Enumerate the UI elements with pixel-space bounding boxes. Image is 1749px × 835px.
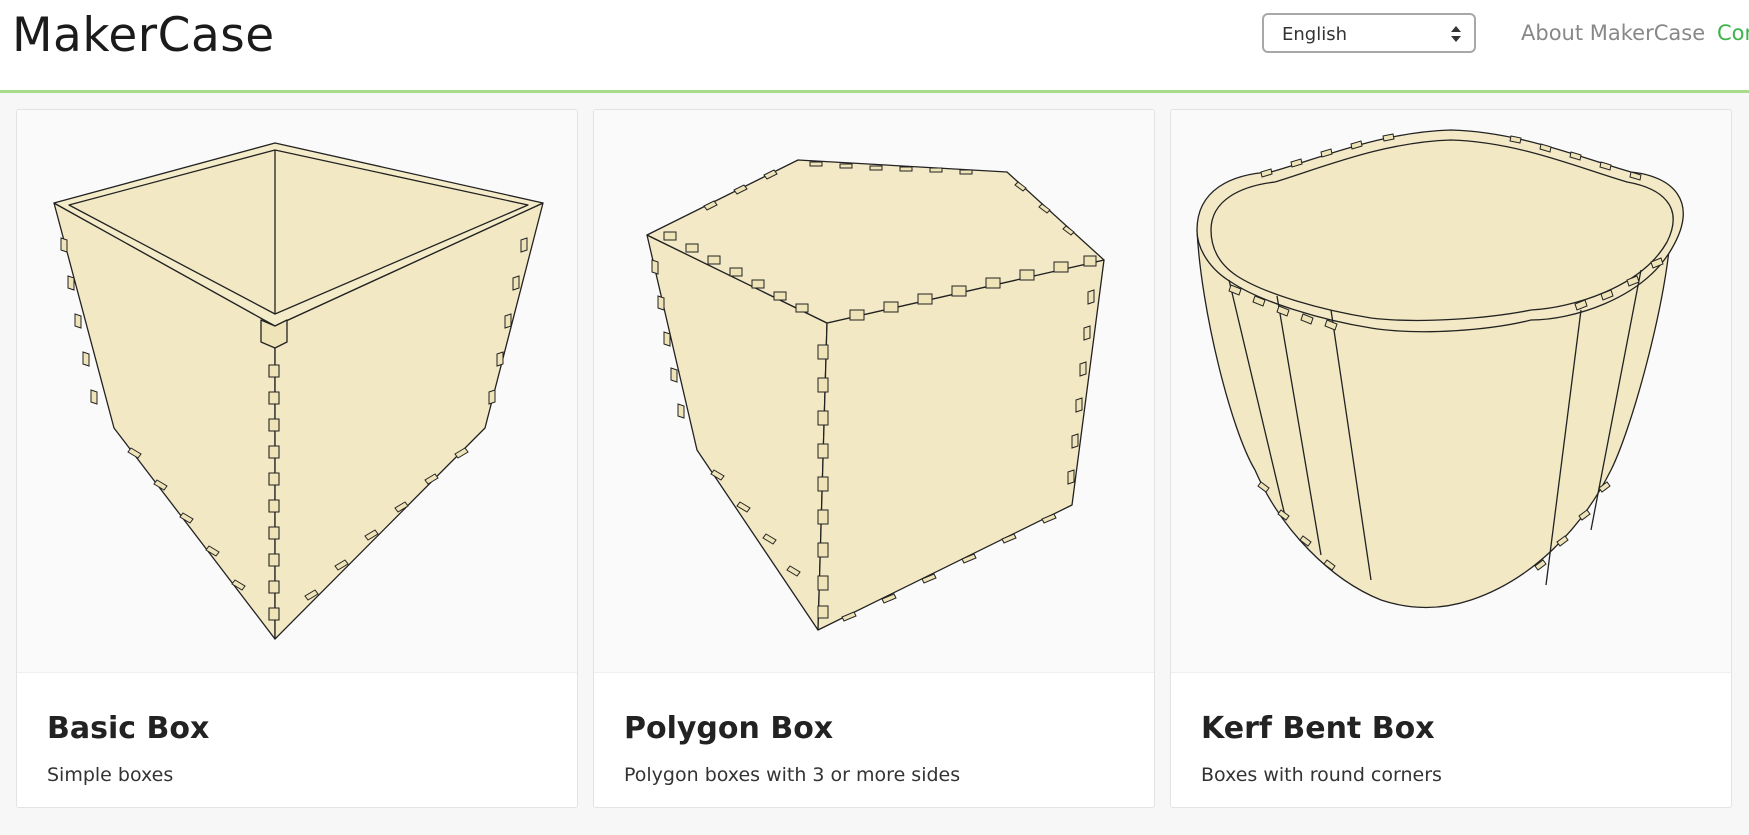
language-select-value: English [1282,24,1347,45]
card-body: Polygon Box Polygon boxes with 3 or more… [594,672,1154,807]
card-title: Kerf Bent Box [1201,711,1435,746]
card-body: Kerf Bent Box Boxes with round corners [1171,672,1731,807]
card-description: Simple boxes [47,764,174,786]
card-polygon-box[interactable]: Polygon Box Polygon boxes with 3 or more… [593,109,1155,808]
kerf-bent-box-image [1171,110,1731,672]
card-description: Polygon boxes with 3 or more sides [624,764,961,786]
card-title: Polygon Box [624,711,834,746]
top-navbar: MakerCase English About MakerCase Con [0,0,1749,93]
card-basic-box[interactable]: Basic Box Simple boxes [16,109,578,808]
chevron-up-down-icon [1450,24,1462,44]
card-body: Basic Box Simple boxes [17,672,577,807]
nav-contact-link[interactable]: Con [1717,21,1749,45]
card-description: Boxes with round corners [1201,764,1442,786]
box-type-gallery: Basic Box Simple boxes Polygon Box Polyg… [0,93,1749,835]
basic-box-image [17,110,577,672]
polygon-box-image [594,110,1154,672]
card-title: Basic Box [47,711,210,746]
brand-logo[interactable]: MakerCase [12,8,275,63]
language-select[interactable]: English [1262,13,1476,53]
nav-about-link[interactable]: About MakerCase [1521,21,1705,45]
card-kerf-bent-box[interactable]: Kerf Bent Box Boxes with round corners [1170,109,1732,808]
